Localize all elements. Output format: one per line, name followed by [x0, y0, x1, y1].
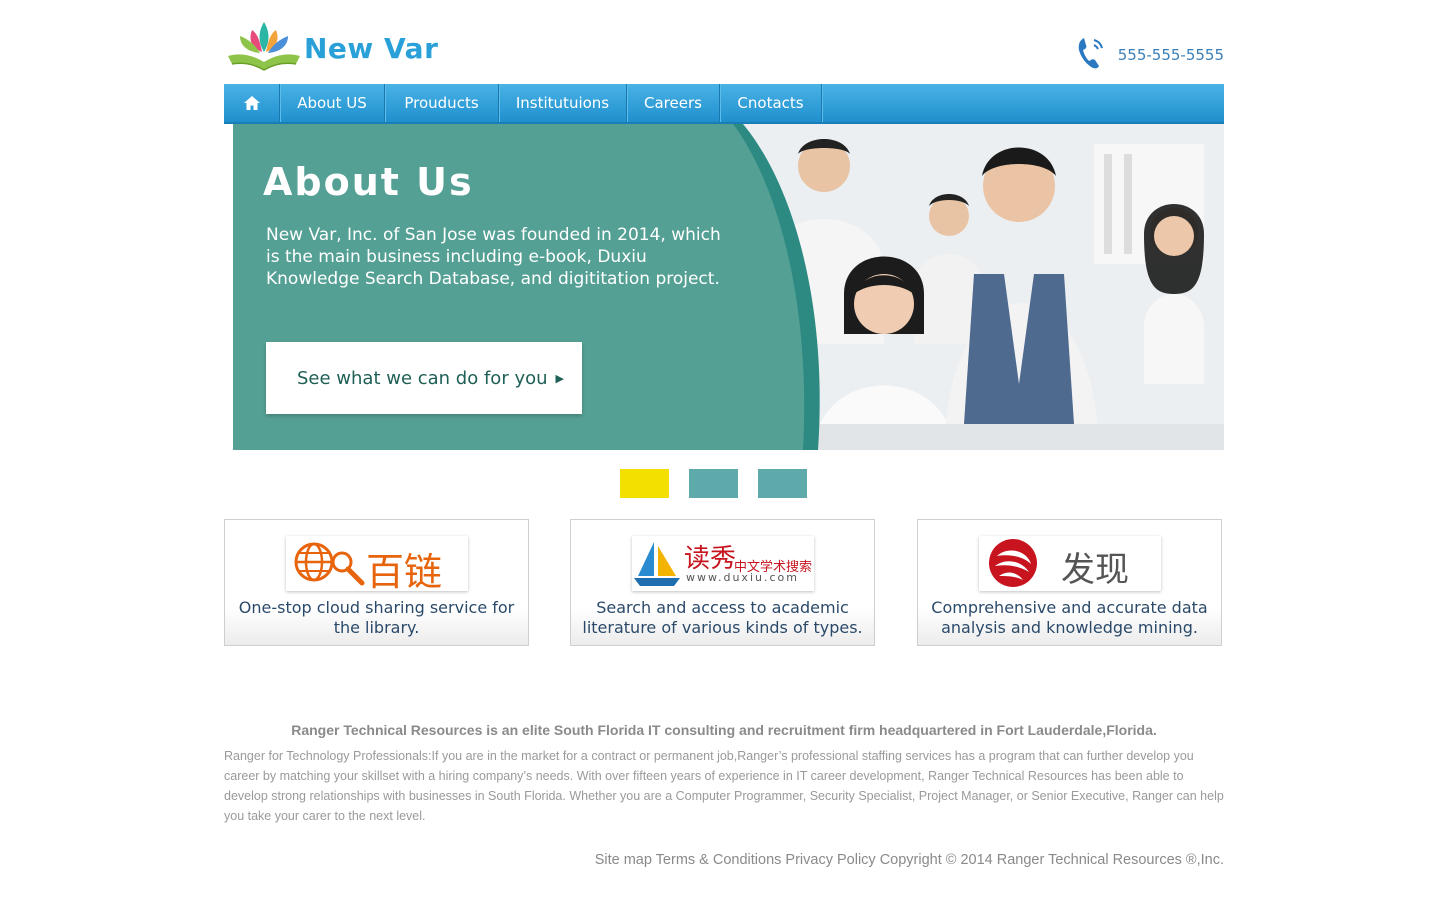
phone-icon — [1078, 38, 1103, 69]
hero-description: New Var, Inc. of San Jose was founded in… — [266, 225, 721, 289]
slider-dot-1[interactable] — [620, 469, 669, 498]
faxian-logo: 发现 — [979, 536, 1161, 591]
faxian-logo-text: 发现 — [1061, 550, 1129, 590]
see-what-we-can-do-button[interactable]: See what we can do for you ▶ — [266, 342, 582, 414]
nav-home[interactable] — [224, 84, 280, 122]
slider-dots — [224, 450, 1224, 519]
product-card-faxian[interactable]: 发现 Comprehensive and accurate data analy… — [917, 519, 1222, 646]
product-card-bailian[interactable]: 百链 One-stop cloud sharing service for th… — [224, 519, 529, 646]
phone-number: 555-555-5555 — [1117, 46, 1224, 64]
duxiu-logo: 读秀 中文学术搜索 www.duxiu.com — [632, 536, 814, 591]
header: New Var 555-555-5555 — [224, 0, 1224, 84]
slider-dot-3[interactable] — [758, 469, 807, 498]
product-cards: 百链 One-stop cloud sharing service for th… — [224, 519, 1224, 648]
slider-dot-2[interactable] — [689, 469, 738, 498]
hero-banner: About Us New Var, Inc. of San Jose was f… — [233, 124, 1224, 450]
phone-contact: 555-555-5555 — [1078, 38, 1224, 70]
nav-about-us[interactable]: About US — [280, 84, 385, 122]
nav-products[interactable]: Prouducts — [385, 84, 499, 122]
duxiu-logo-text: 读秀 — [684, 544, 737, 574]
card-description: One-stop cloud sharing service for the l… — [238, 598, 515, 637]
main-nav: About US Prouducts Institutuions Careers… — [224, 84, 1224, 124]
page: New Var 555-555-5555 About US Prouducts … — [224, 0, 1224, 648]
footer-headline: Ranger Technical Resources is an elite S… — [291, 722, 1157, 738]
lotus-book-icon — [228, 22, 300, 71]
footer-links[interactable]: Site map Terms & Conditions Privacy Poli… — [595, 852, 1224, 868]
hero-title: About Us — [263, 160, 474, 204]
product-card-duxiu[interactable]: 读秀 中文学术搜索 www.duxiu.com Search and acces… — [570, 519, 875, 646]
footer-body: Ranger for Technology Professionals:If y… — [224, 749, 1224, 823]
hero-button-label: See what we can do for you — [297, 367, 548, 389]
brand-name: New Var — [304, 32, 439, 65]
nav-contacts[interactable]: Cnotacts — [720, 84, 822, 122]
bailian-logo: 百链 — [286, 536, 468, 594]
card-description: Search and access to academic literature… — [582, 598, 863, 637]
nav-careers[interactable]: Careers — [627, 84, 720, 122]
bailian-logo-text: 百链 — [366, 550, 443, 594]
card-description: Comprehensive and accurate data analysis… — [931, 598, 1208, 637]
nav-institutions[interactable]: Institutuions — [499, 84, 627, 122]
home-icon — [243, 96, 260, 110]
duxiu-logo-url: www.duxiu.com — [686, 571, 799, 584]
caret-right-icon: ▶ — [555, 371, 564, 385]
logo[interactable]: New Var — [224, 18, 454, 78]
